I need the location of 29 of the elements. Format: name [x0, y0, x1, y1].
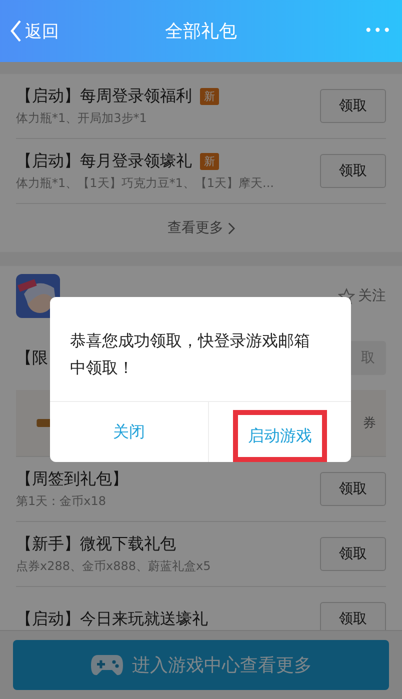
- back-icon: [10, 19, 22, 43]
- claim-button[interactable]: 领取: [320, 537, 386, 571]
- claim-button[interactable]: 领取: [320, 89, 386, 123]
- new-badge: 新: [200, 152, 219, 170]
- gift-title: 【启动】每月登录领壕礼: [16, 150, 192, 172]
- chevron-icon: [228, 222, 234, 234]
- page-title: 全部礼包: [165, 20, 237, 43]
- gift-detail: 第1天：金币x18: [16, 492, 108, 510]
- game-center-button[interactable]: 进入游戏中心查看更多: [13, 640, 389, 690]
- dialog-button[interactable]: 启动游戏: [233, 410, 327, 462]
- more-button[interactable]: •••: [364, 23, 392, 39]
- gift-title: 【新手】微视下载礼包: [16, 534, 177, 554]
- banner-text: 券: [363, 415, 377, 432]
- gift-title: 【周签到礼包】: [16, 468, 128, 490]
- dialog-button[interactable]: 关闭: [50, 402, 209, 462]
- see-more-link[interactable]: 查看更多: [0, 204, 402, 252]
- gift-title: 【启动】今日来玩就送壕礼: [16, 608, 208, 630]
- gift-detail: 体力瓶*1、开局加3步*1: [16, 110, 148, 126]
- claim-button[interactable]: 领取: [320, 472, 386, 506]
- gift-title: 【限: [16, 348, 48, 368]
- gamepad-icon: [90, 653, 124, 677]
- gift-detail: 体力瓶*1、【1天】巧克力豆*1、【1天】摩天...: [16, 174, 274, 192]
- claim-button[interactable]: 领取: [320, 602, 386, 630]
- new-badge: 新: [200, 88, 219, 104]
- gift-title: 【启动】每周登录领福利: [16, 86, 192, 106]
- dialog-message: 恭喜您成功领取，快登录游戏邮箱中领取！: [69, 330, 311, 380]
- claim-button[interactable]: 领取: [320, 154, 386, 188]
- back-button[interactable]: 返回: [10, 19, 59, 43]
- gift-detail: 点券x288、金币x888、蔚蓝礼盒x5: [16, 558, 211, 574]
